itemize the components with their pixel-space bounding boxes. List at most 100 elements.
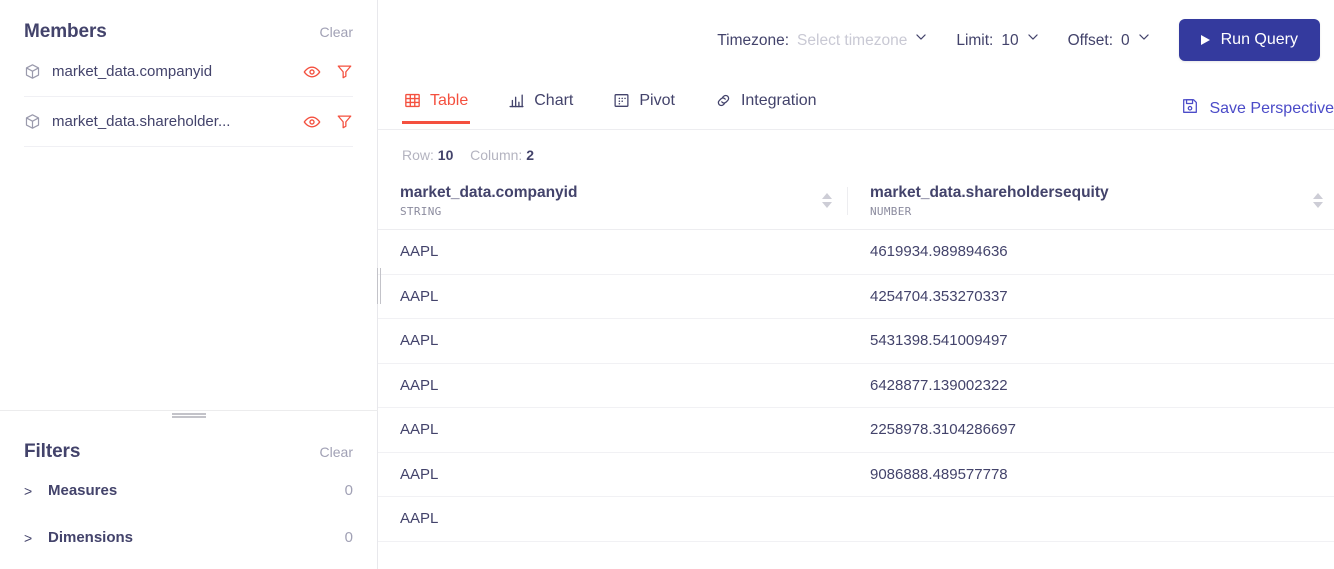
limit-value: 10 <box>1001 31 1019 49</box>
cell-companyid: AAPL <box>378 229 848 275</box>
chevron-down-icon <box>1137 30 1151 47</box>
filter-funnel-icon[interactable] <box>335 63 353 81</box>
members-clear-button[interactable]: Clear <box>320 24 353 40</box>
chevron-right-icon: > <box>24 529 33 546</box>
limit-selector[interactable]: Limit: 10 <box>956 31 1039 50</box>
column-header-type: NUMBER <box>870 204 912 218</box>
panel-resize-handle-vertical[interactable] <box>377 268 381 304</box>
member-row[interactable]: market_data.companyid <box>24 47 353 97</box>
sort-asc-icon <box>822 193 832 199</box>
offset-selector[interactable]: Offset: 0 <box>1068 31 1151 50</box>
filters-panel: Filters Clear > Measures 0 > Dimensions … <box>0 411 377 569</box>
table-row[interactable]: AAPL 4619934.989894636 <box>378 229 1334 275</box>
save-perspective-button[interactable]: Save Perspective <box>1181 97 1334 120</box>
sort-asc-icon <box>1313 193 1323 199</box>
cell-companyid: AAPL <box>378 318 848 364</box>
filter-group-label: Measures <box>48 482 118 499</box>
filter-group-label: Dimensions <box>48 529 134 546</box>
panel-resize-handle-horizontal[interactable] <box>0 410 378 420</box>
offset-value: 0 <box>1121 31 1130 49</box>
filters-clear-button[interactable]: Clear <box>320 444 353 460</box>
offset-label: Offset: <box>1067 31 1113 49</box>
chevron-down-icon <box>1026 30 1040 47</box>
cube-icon <box>24 63 41 80</box>
column-sort-toggle[interactable] <box>821 193 833 208</box>
limit-label: Limit: <box>956 31 994 49</box>
timezone-selector[interactable]: Timezone: Select timezone <box>717 31 928 50</box>
column-header-name: market_data.shareholdersequity <box>870 183 1109 201</box>
save-disk-icon <box>1181 97 1199 120</box>
tab-label: Integration <box>740 91 817 109</box>
filter-group-count: 0 <box>344 482 353 499</box>
cell-shareholdersequity: 5431398.541009497 <box>848 318 1334 364</box>
chevron-right-icon: > <box>24 482 33 499</box>
cell-shareholdersequity: 6428877.139002322 <box>848 363 1334 408</box>
sort-desc-icon <box>1313 202 1323 208</box>
members-title: Members <box>24 21 107 42</box>
main-content: Timezone: Select timezone Limit: 10 Offs… <box>378 0 1334 569</box>
table-grid-icon <box>404 92 421 109</box>
cell-companyid: AAPL <box>378 452 848 497</box>
row-count: 10 <box>437 147 454 163</box>
tab-integration[interactable]: Integration <box>713 75 819 124</box>
column-header-companyid[interactable]: market_data.companyid STRING <box>378 172 848 230</box>
result-table-container[interactable]: market_data.companyid STRING market_data… <box>378 172 1334 569</box>
play-icon <box>1200 35 1210 45</box>
result-table: market_data.companyid STRING market_data… <box>378 172 1334 542</box>
table-row[interactable]: AAPL 9086888.489577778 <box>378 452 1334 497</box>
tab-pivot[interactable]: Pivot <box>611 75 677 124</box>
eye-icon[interactable] <box>303 63 321 81</box>
column-sort-toggle[interactable] <box>1312 193 1324 208</box>
column-header-name: market_data.companyid <box>400 183 578 201</box>
column-header-shareholdersequity[interactable]: market_data.shareholdersequity NUMBER <box>848 172 1334 230</box>
cell-companyid: AAPL <box>378 274 848 319</box>
run-query-label: Run Query <box>1220 31 1298 48</box>
tab-chart[interactable]: Chart <box>506 75 575 124</box>
member-actions <box>293 113 353 131</box>
run-query-button[interactable]: Run Query <box>1178 19 1320 61</box>
query-toolbar: Timezone: Select timezone Limit: 10 Offs… <box>378 0 1334 80</box>
tab-label: Pivot <box>639 91 675 109</box>
cell-companyid: AAPL <box>378 363 848 408</box>
eye-icon[interactable] <box>303 113 321 131</box>
member-actions <box>293 63 353 81</box>
member-label: market_data.shareholder... <box>52 113 231 130</box>
view-tabs: Table Chart Pivot Integration Save Persp… <box>378 80 1334 130</box>
cell-companyid: AAPL <box>378 407 848 453</box>
cell-shareholdersequity <box>848 496 1334 542</box>
filter-group-count: 0 <box>344 529 353 546</box>
row-label: Row: <box>402 147 434 163</box>
chevron-down-icon <box>914 30 928 47</box>
filters-panel-header: Filters Clear <box>24 420 353 467</box>
member-row[interactable]: market_data.shareholder... <box>24 97 353 147</box>
filters-title: Filters <box>24 441 81 462</box>
table-row[interactable]: AAPL 2258978.3104286697 <box>378 407 1334 453</box>
table-body: AAPL 4619934.989894636 AAPL 4254704.3532… <box>378 229 1334 542</box>
query-builder-app: Members Clear market_data.companyid mark… <box>0 0 1334 569</box>
timezone-value: Select timezone <box>797 31 908 49</box>
sort-desc-icon <box>822 202 832 208</box>
column-label: Column: <box>470 147 523 163</box>
cell-companyid: AAPL <box>378 496 848 542</box>
pivot-dots-icon <box>613 92 630 109</box>
filter-funnel-icon[interactable] <box>335 113 353 131</box>
column-count: 2 <box>526 147 534 163</box>
result-meta: Row: 10 Column: 2 <box>378 130 1334 172</box>
member-label: market_data.companyid <box>52 63 213 80</box>
table-header-row: market_data.companyid STRING market_data… <box>378 172 1334 230</box>
tab-table[interactable]: Table <box>402 75 471 124</box>
resize-grip-bar <box>377 268 378 304</box>
members-panel: Members Clear market_data.companyid mark… <box>0 0 377 411</box>
save-perspective-label: Save Perspective <box>1209 99 1334 117</box>
filter-group-dimensions[interactable]: > Dimensions 0 <box>24 514 353 561</box>
sidebar: Members Clear market_data.companyid mark… <box>0 0 378 569</box>
table-row[interactable]: AAPL 4254704.353270337 <box>378 274 1334 319</box>
table-row[interactable]: AAPL <box>378 496 1334 542</box>
tab-label: Table <box>430 91 469 109</box>
timezone-label: Timezone: <box>717 31 790 49</box>
column-header-type: STRING <box>400 204 442 218</box>
filter-group-measures[interactable]: > Measures 0 <box>24 467 353 514</box>
table-row[interactable]: AAPL 6428877.139002322 <box>378 363 1334 408</box>
bar-chart-icon <box>508 92 525 109</box>
table-row[interactable]: AAPL 5431398.541009497 <box>378 318 1334 364</box>
